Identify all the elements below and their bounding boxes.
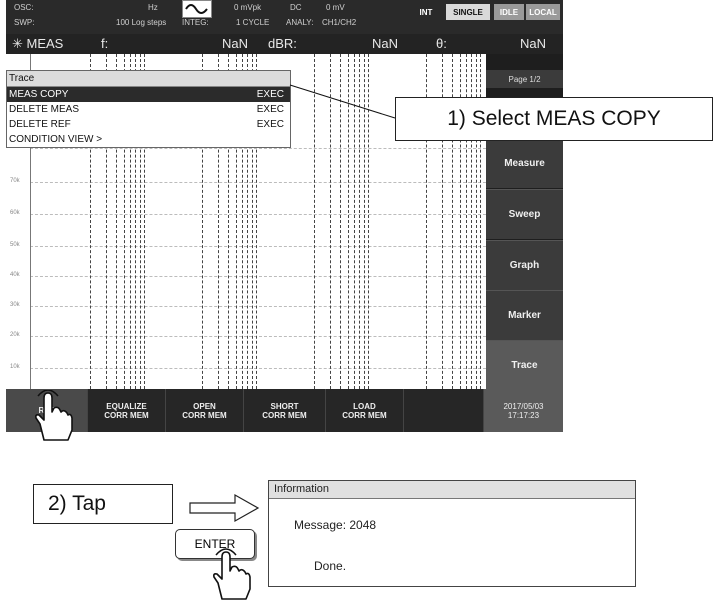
- step1-callout: 1) Select MEAS COPY: [395, 97, 713, 141]
- hand-pointer-icon: [213, 548, 251, 600]
- dialog-detail: Done.: [314, 559, 347, 573]
- hand-pointer-icon: [35, 390, 73, 441]
- dialog-title: Information: [269, 481, 635, 499]
- dialog-message: Message: 2048: [294, 518, 377, 532]
- step2-callout: 2) Tap: [33, 484, 173, 524]
- information-dialog: Information Message: 2048 Done.: [268, 480, 636, 587]
